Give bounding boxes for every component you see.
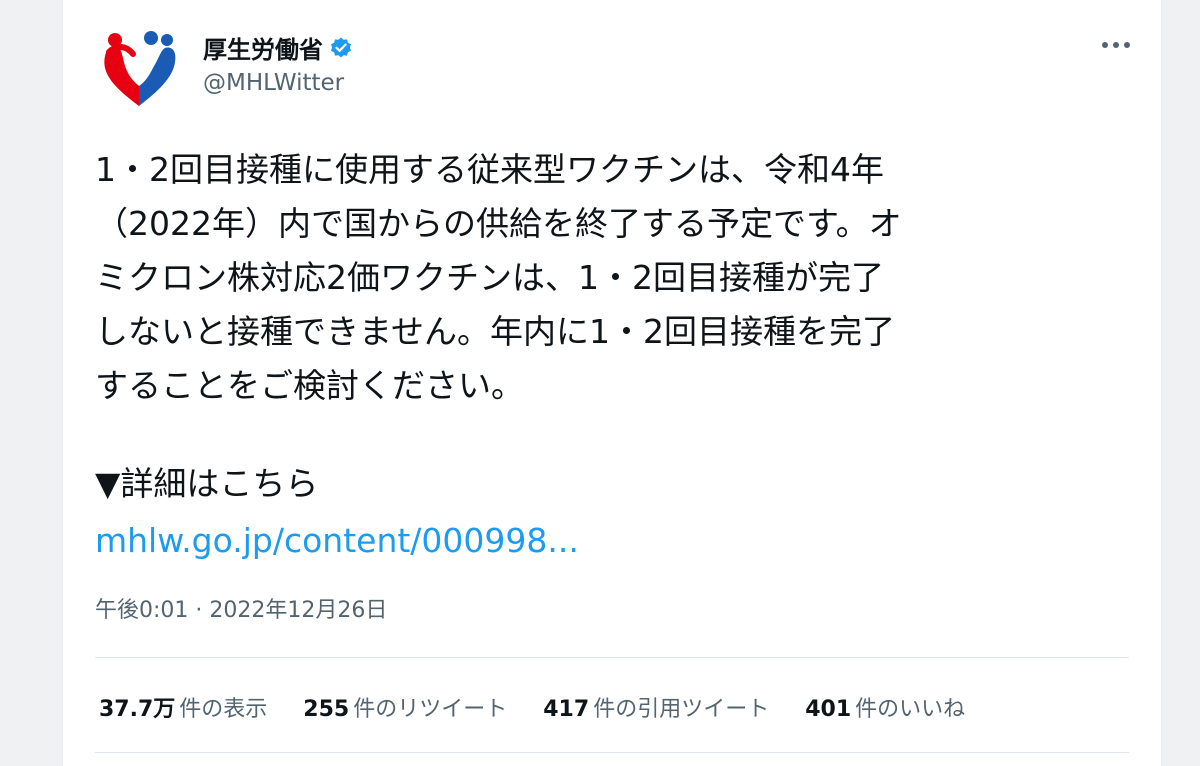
author-name[interactable]: 厚生労働省	[203, 30, 353, 65]
stat-likes-count: 401	[805, 697, 852, 722]
tweet-text: 1・2回目接種に使用する従来型ワクチンは、令和4年 （2022年）内で国からの供…	[95, 150, 902, 405]
author-name-text[interactable]: 厚生労働省	[203, 30, 323, 65]
stat-quotes-label: 件の引用ツイート	[593, 697, 770, 722]
divider	[95, 752, 1129, 753]
stat-retweets[interactable]: 255 件のリツイート	[303, 691, 507, 723]
stat-quotes[interactable]: 417 件の引用ツイート	[543, 691, 769, 723]
stat-likes-label: 件のいいね	[855, 697, 966, 722]
more-dots-icon	[1102, 42, 1130, 48]
tweet-timestamp[interactable]: 午後0:01 · 2022年12月26日	[95, 592, 387, 624]
divider	[95, 657, 1129, 658]
tweet-stats: 37.7万 件の表示 255 件のリツイート 417 件の引用ツイート 401 件のいい…	[99, 691, 965, 723]
stat-likes[interactable]: 401 件のいいね	[805, 691, 965, 723]
verified-badge-icon	[331, 37, 351, 57]
tweet-link[interactable]: mhlw.go.jp/content/000998...	[95, 514, 579, 568]
stat-views-count: 37.7万	[99, 697, 176, 722]
more-options-icon[interactable]	[1101, 26, 1131, 54]
stat-retweets-count: 255	[303, 697, 350, 722]
stat-quotes-count: 417	[543, 697, 590, 722]
stat-views[interactable]: 37.7万 件の表示	[99, 691, 267, 723]
tweet-card: 厚生労働省 @MHLWitter 1・2回目接種に使用する従来型ワクチンは、令和…	[62, 0, 1162, 766]
author-handle[interactable]: @MHLWitter	[203, 70, 344, 96]
stat-retweets-label: 件のリツイート	[353, 697, 508, 722]
avatar[interactable]	[95, 24, 183, 112]
stat-views-label: 件の表示	[179, 697, 268, 722]
detail-label: ▼詳細はこちら	[95, 464, 319, 503]
mhlw-logo-icon	[104, 31, 176, 106]
